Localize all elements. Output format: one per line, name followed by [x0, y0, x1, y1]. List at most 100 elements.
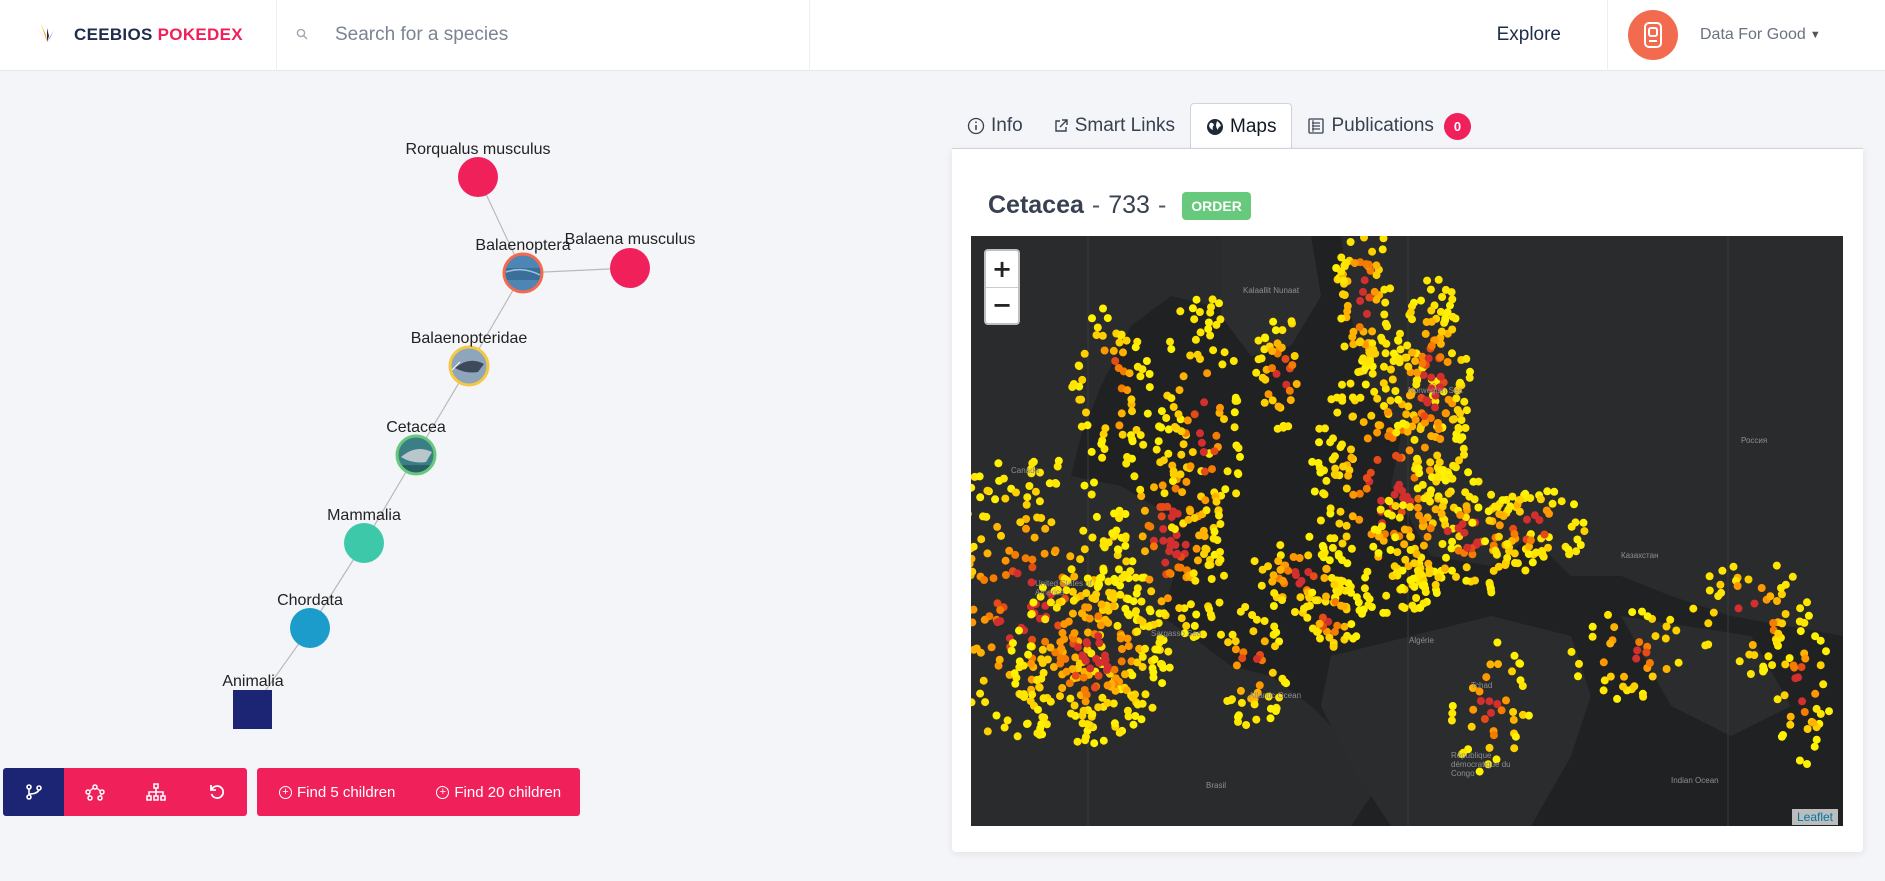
density-hex	[1374, 421, 1383, 430]
density-hex	[1217, 630, 1225, 639]
density-hex	[1705, 586, 1714, 595]
density-hex	[1083, 720, 1092, 729]
density-hex	[1343, 631, 1352, 640]
density-hex	[1039, 668, 1048, 677]
density-hex	[995, 655, 1004, 664]
node-balaenopteridae[interactable]: Balaenopteridae	[411, 330, 528, 387]
leaflet-attribution-link[interactable]: Leaflet	[1791, 809, 1838, 825]
reset-button[interactable]	[186, 768, 247, 816]
tab-maps[interactable]: Maps	[1190, 103, 1293, 149]
network-icon	[84, 784, 105, 801]
density-hex	[1095, 639, 1104, 648]
density-hex	[1328, 543, 1337, 552]
density-hex	[1336, 507, 1345, 516]
hierarchy-layout-button[interactable]	[125, 768, 186, 816]
node-balaena-musculus[interactable]: Balaena musculus	[565, 231, 696, 288]
density-hex	[1121, 510, 1130, 518]
density-hex	[1173, 509, 1182, 518]
find-5-children-button[interactable]: + Find 5 children	[257, 768, 414, 816]
density-hex	[1281, 355, 1290, 363]
density-hex	[1798, 697, 1807, 706]
density-hex	[1268, 577, 1277, 586]
density-hex	[1421, 329, 1430, 338]
tab-publications[interactable]: Publications 0	[1292, 103, 1485, 149]
density-hex	[1207, 575, 1216, 583]
find-20-children-button[interactable]: + Find 20 children	[414, 768, 580, 816]
density-hex	[1335, 519, 1344, 528]
avatar[interactable]	[1628, 10, 1678, 60]
node-rorqualus-musculus[interactable]: Rorqualus musculus	[406, 141, 551, 197]
density-hex	[1427, 306, 1436, 315]
density-hex	[1510, 549, 1519, 558]
node-cetacea[interactable]: Cetacea	[386, 419, 446, 476]
density-hex	[1215, 299, 1223, 308]
density-hex	[1338, 380, 1346, 389]
find-children-group: + Find 5 children + Find 20 children	[257, 768, 581, 816]
tab-smart-links[interactable]: Smart Links	[1038, 103, 1190, 149]
density-hex	[1774, 629, 1783, 638]
map-label: Indian Ocean	[1671, 776, 1719, 785]
node-animalia[interactable]: Animalia	[222, 673, 284, 729]
density-hex	[1141, 547, 1149, 556]
radial-layout-button[interactable]	[64, 768, 125, 816]
density-hex	[1104, 618, 1113, 627]
density-hex	[1426, 285, 1435, 294]
density-hex	[1347, 620, 1356, 629]
density-hex	[1392, 568, 1401, 577]
density-hex	[1242, 721, 1251, 729]
brand[interactable]: CEEBIOS POKEDEX	[0, 0, 277, 71]
branch-icon	[25, 784, 42, 800]
density-hex	[1801, 654, 1810, 663]
density-hex	[1372, 261, 1381, 270]
density-hex	[1460, 397, 1469, 406]
taxonomy-graph[interactable]: Rorqualus musculus Balaena musculus Bala…	[0, 72, 940, 802]
node-chordata[interactable]: Chordata	[277, 592, 343, 648]
occurrence-map[interactable]: Kalaallit Nunaat Norwegian Sea Canada Ро…	[971, 236, 1843, 826]
density-hex	[1462, 502, 1471, 511]
density-hex	[1348, 512, 1357, 521]
node-balaenoptera[interactable]: Balaenoptera	[475, 237, 571, 294]
density-hex	[1094, 612, 1103, 621]
density-hex	[1186, 351, 1195, 360]
user-menu[interactable]: Data For Good ▼	[1607, 0, 1885, 71]
density-hex	[1241, 603, 1250, 611]
density-hex	[1333, 408, 1342, 417]
density-hex	[1271, 707, 1280, 715]
density-hex	[1788, 572, 1797, 581]
zoom-out-button[interactable]: −	[986, 286, 1018, 324]
density-hex	[1481, 537, 1489, 546]
density-hex	[1129, 597, 1138, 606]
density-hex	[1436, 353, 1445, 362]
search-input[interactable]	[335, 24, 775, 46]
density-hex	[1022, 524, 1030, 533]
density-hex	[1347, 453, 1356, 462]
density-hex	[1167, 523, 1176, 532]
density-hex	[1069, 596, 1078, 605]
density-hex	[1418, 359, 1427, 368]
density-hex	[1434, 573, 1443, 582]
density-hex	[991, 495, 1000, 504]
zoom-in-button[interactable]: +	[986, 251, 1018, 287]
density-hex	[1114, 364, 1123, 372]
density-hex	[1359, 287, 1367, 296]
density-hex	[1033, 513, 1042, 522]
density-hex	[1231, 645, 1240, 654]
density-hex	[1101, 424, 1110, 433]
density-hex	[1800, 708, 1809, 716]
tab-info[interactable]: Info	[952, 103, 1038, 149]
explore-link[interactable]: Explore	[1497, 24, 1561, 46]
density-hex	[1077, 422, 1086, 431]
density-hex	[1360, 584, 1369, 593]
density-hex	[1150, 483, 1158, 492]
density-hex	[1633, 646, 1642, 655]
density-hex	[1348, 412, 1357, 421]
density-hex	[1191, 335, 1200, 344]
force-layout-button[interactable]	[3, 768, 64, 816]
density-hex	[1379, 608, 1388, 617]
density-hex	[1436, 435, 1445, 443]
density-hex	[1423, 276, 1432, 285]
globe-icon	[1207, 118, 1224, 135]
density-hex	[1373, 428, 1382, 437]
node-mammalia[interactable]: Mammalia	[327, 507, 401, 563]
density-hex	[1426, 490, 1435, 499]
